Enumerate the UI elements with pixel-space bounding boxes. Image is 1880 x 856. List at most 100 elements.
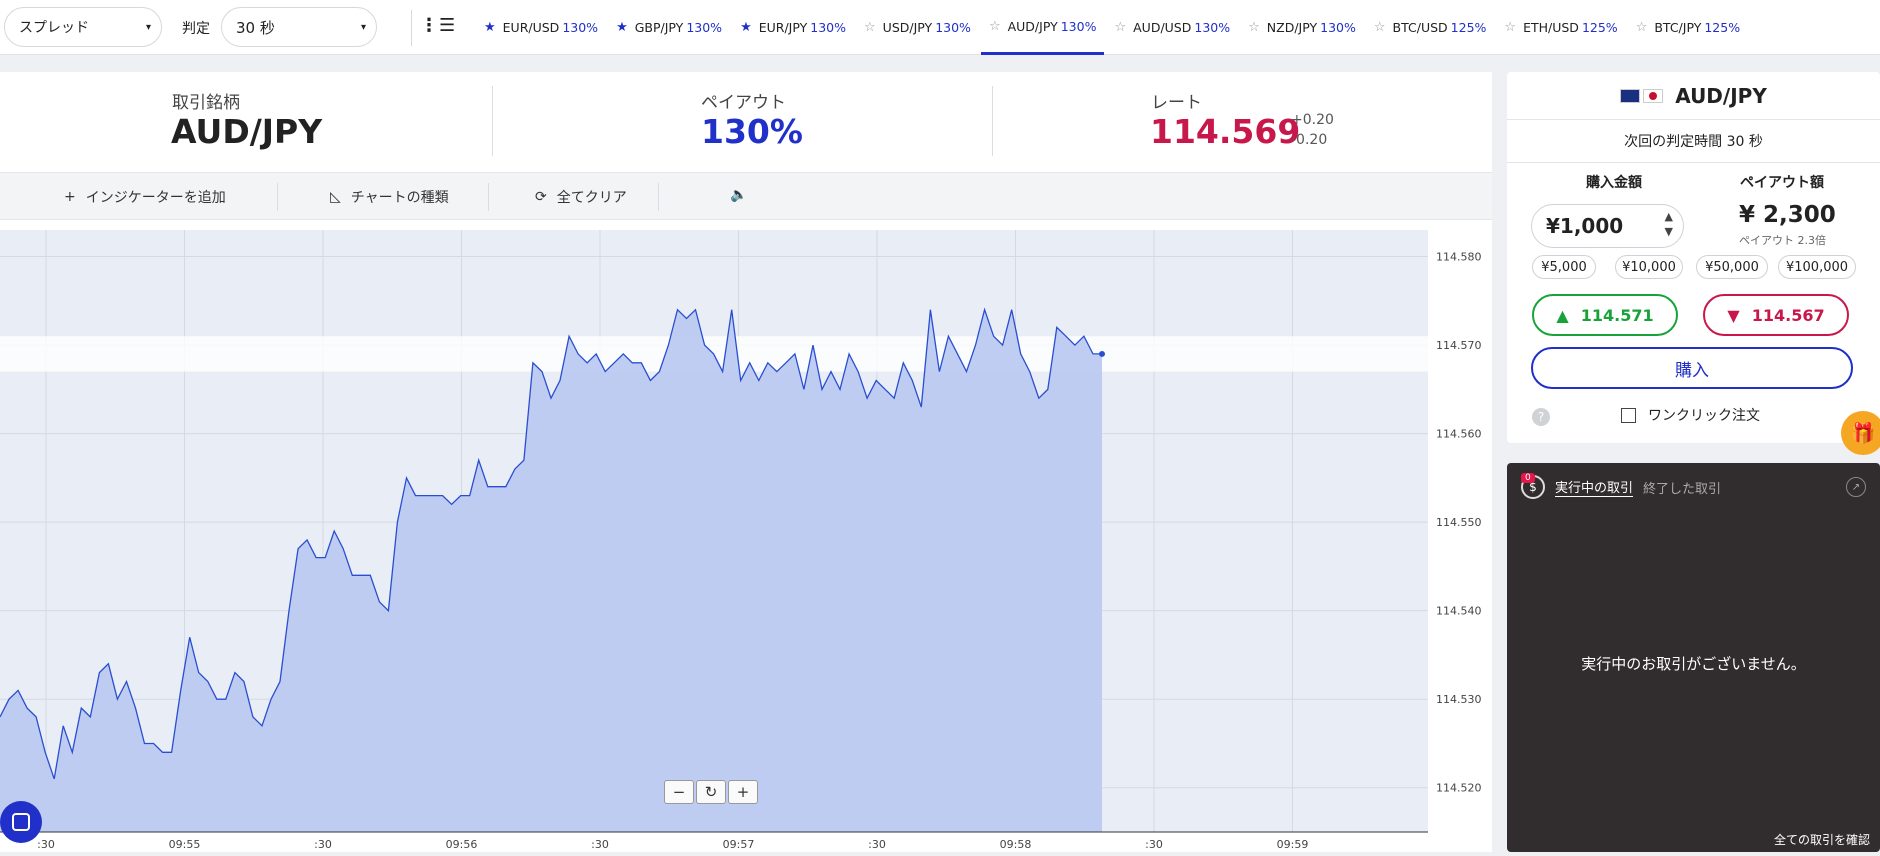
low-button[interactable]: ▼ 114.567 bbox=[1703, 294, 1849, 336]
oneclick-toggle[interactable]: ワンクリック注文 bbox=[1621, 405, 1760, 425]
symbol-value: AUD/JPY bbox=[171, 112, 323, 151]
chat-button[interactable] bbox=[0, 801, 42, 843]
help-icon[interactable]: ? bbox=[1532, 408, 1550, 426]
gift-icon[interactable]: 🎁 bbox=[1841, 411, 1880, 455]
tab-pair: EUR/USD bbox=[502, 20, 560, 35]
high-button[interactable]: ▲ 114.571 bbox=[1532, 294, 1678, 336]
chat-icon bbox=[12, 813, 30, 831]
x-tick-label: 09:57 bbox=[723, 838, 755, 851]
chevron-down-icon: ▾ bbox=[360, 22, 366, 33]
divider bbox=[411, 10, 412, 46]
high-price: 114.571 bbox=[1580, 305, 1654, 325]
amount-input[interactable]: ¥1,000 ▲ ▼ bbox=[1531, 204, 1684, 248]
x-tick-label: :30 bbox=[591, 838, 609, 851]
tab-payout: 125% bbox=[1450, 20, 1487, 35]
tab-pair: EUR/JPY bbox=[758, 20, 808, 35]
preset-5000-button[interactable]: ¥5,000 bbox=[1532, 255, 1596, 279]
tab-gbp-jpy[interactable]: ★ GBP/JPY 130% bbox=[608, 0, 730, 55]
star-outline-icon[interactable]: ☆ bbox=[1636, 20, 1648, 35]
tab-eur-usd[interactable]: ★ EUR/USD 130% bbox=[476, 0, 606, 55]
divider bbox=[492, 86, 493, 156]
tab-aud-usd[interactable]: ☆ AUD/USD 130% bbox=[1106, 0, 1238, 55]
tab-nzd-jpy[interactable]: ☆ NZD/JPY 130% bbox=[1240, 0, 1364, 55]
amount-stepper[interactable]: ▲ ▼ bbox=[1665, 209, 1673, 239]
tab-pair: NZD/JPY bbox=[1266, 20, 1318, 35]
star-filled-icon[interactable]: ★ bbox=[740, 20, 752, 35]
tab-eth-usd[interactable]: ☆ ETH/USD 125% bbox=[1496, 0, 1625, 55]
chevron-down-icon: ▾ bbox=[145, 22, 151, 33]
no-trades-message: 実行中のお取引がございません。 bbox=[1581, 655, 1806, 673]
tab-btc-jpy[interactable]: ☆ BTC/JPY 125% bbox=[1628, 0, 1748, 55]
chart-type-button[interactable]: ◺ チャートの種類 bbox=[330, 187, 449, 207]
x-tick-label: :30 bbox=[37, 838, 55, 851]
pair-name: AUD/JPY bbox=[1675, 83, 1767, 108]
tab-payout: 130% bbox=[1320, 20, 1356, 35]
payout-label: ペイアウト bbox=[701, 93, 786, 113]
tab-eur-jpy[interactable]: ★ EUR/JPY 130% bbox=[732, 0, 854, 55]
triangle-up-icon: ▲ bbox=[1556, 305, 1569, 325]
tab-running-trades[interactable]: 実行中の取引 bbox=[1555, 477, 1634, 497]
preset-100000-button[interactable]: ¥100,000 bbox=[1778, 255, 1856, 279]
clear-all-label: 全てクリア bbox=[556, 190, 627, 206]
tab-payout: 130% bbox=[935, 20, 971, 35]
y-tick-label: 114.550 bbox=[1436, 516, 1482, 529]
tab-btc-usd[interactable]: ☆ BTC/USD 125% bbox=[1366, 0, 1495, 55]
tab-pair: BTC/USD bbox=[1392, 20, 1448, 35]
tab-payout: 130% bbox=[1194, 20, 1231, 35]
price-chart[interactable]: 114.580 114.570 114.560 114.550 114.540 114.5… bbox=[0, 220, 1492, 852]
star-filled-icon[interactable]: ★ bbox=[616, 20, 628, 35]
x-tick-label: :30 bbox=[314, 838, 332, 851]
tab-pair: ETH/USD bbox=[1523, 20, 1579, 35]
star-outline-icon[interactable]: ☆ bbox=[1114, 20, 1126, 35]
plus-icon: + bbox=[64, 189, 76, 205]
zoom-reset-button[interactable]: ↻ bbox=[696, 780, 726, 804]
tab-pair: AUD/USD bbox=[1133, 20, 1192, 35]
pair-title: AUD/JPY bbox=[1507, 72, 1880, 120]
external-link-icon[interactable]: ↗ bbox=[1846, 477, 1866, 497]
judge-select[interactable]: 30 秒 ▾ bbox=[221, 7, 377, 47]
zoom-controls: − ↻ + bbox=[664, 780, 760, 804]
payout-amount-label: ペイアウト額 bbox=[1740, 175, 1824, 191]
star-outline-icon[interactable]: ☆ bbox=[989, 19, 1001, 34]
rate-label: レート bbox=[1151, 93, 1202, 113]
amount-value: ¥1,000 bbox=[1546, 214, 1624, 238]
sound-button[interactable]: 🔈 bbox=[730, 187, 747, 203]
preset-50000-button[interactable]: ¥50,000 bbox=[1696, 255, 1768, 279]
judge-select-value: 30 秒 bbox=[236, 18, 275, 37]
price-chart-svg: 114.580 114.570 114.560 114.550 114.540 114.5… bbox=[0, 230, 1482, 851]
buy-button[interactable]: 購入 bbox=[1531, 347, 1853, 389]
rate-value: 114.569 bbox=[1150, 112, 1301, 151]
add-indicator-button[interactable]: + インジケーターを追加 bbox=[64, 187, 226, 207]
star-outline-icon[interactable]: ☆ bbox=[864, 20, 876, 35]
star-filled-icon[interactable]: ★ bbox=[484, 20, 496, 35]
divider bbox=[277, 183, 278, 211]
x-tick-label: 09:55 bbox=[169, 838, 201, 851]
tab-payout: 130% bbox=[810, 20, 847, 35]
star-outline-icon[interactable]: ☆ bbox=[1374, 20, 1386, 35]
star-outline-icon[interactable]: ☆ bbox=[1504, 20, 1516, 35]
list-menu-icon[interactable]: ⋮☰ bbox=[420, 15, 456, 36]
divider bbox=[992, 86, 993, 156]
zoom-in-button[interactable]: + bbox=[728, 780, 758, 804]
preset-10000-button[interactable]: ¥10,000 bbox=[1615, 255, 1683, 279]
clear-all-button[interactable]: ⟳ 全てクリア bbox=[535, 187, 627, 207]
tab-aud-jpy[interactable]: ☆ AUD/JPY 130% bbox=[980, 0, 1105, 55]
star-outline-icon[interactable]: ☆ bbox=[1248, 20, 1260, 35]
zoom-out-button[interactable]: − bbox=[664, 780, 694, 804]
payout-multiplier: ペイアウト 2.3倍 bbox=[1739, 234, 1826, 247]
tab-pair: BTC/JPY bbox=[1654, 20, 1702, 35]
tab-finished-trades[interactable]: 終了した取引 bbox=[1643, 478, 1721, 497]
confirm-all-link[interactable]: 全ての取引を確認 bbox=[1774, 831, 1870, 848]
diff-down: -0.20 bbox=[1291, 132, 1328, 148]
y-tick-label: 114.520 bbox=[1436, 782, 1482, 795]
chart-type-icon: ◺ bbox=[330, 189, 341, 205]
order-panel: AUD/JPY 次回の判定時間 30 秒 購入金額 ペイアウト額 ¥1,000 … bbox=[1507, 72, 1880, 443]
x-tick-label: 09:56 bbox=[446, 838, 478, 851]
info-bar: 取引銘柄 AUD/JPY ペイアウト 130% レート 114.569 +0.2… bbox=[0, 72, 1492, 172]
tab-usd-jpy[interactable]: ☆ USD/JPY 130% bbox=[856, 0, 979, 55]
refresh-icon: ⟳ bbox=[535, 189, 547, 205]
y-tick-label: 114.570 bbox=[1436, 339, 1482, 352]
pair-tabs: ★ EUR/USD 130% ★ GBP/JPY 130% ★ EUR/JPY 130% ☆ USD… bbox=[476, 0, 1750, 55]
spread-select[interactable]: スプレッド ▾ bbox=[4, 7, 162, 47]
oneclick-checkbox[interactable] bbox=[1621, 407, 1636, 423]
